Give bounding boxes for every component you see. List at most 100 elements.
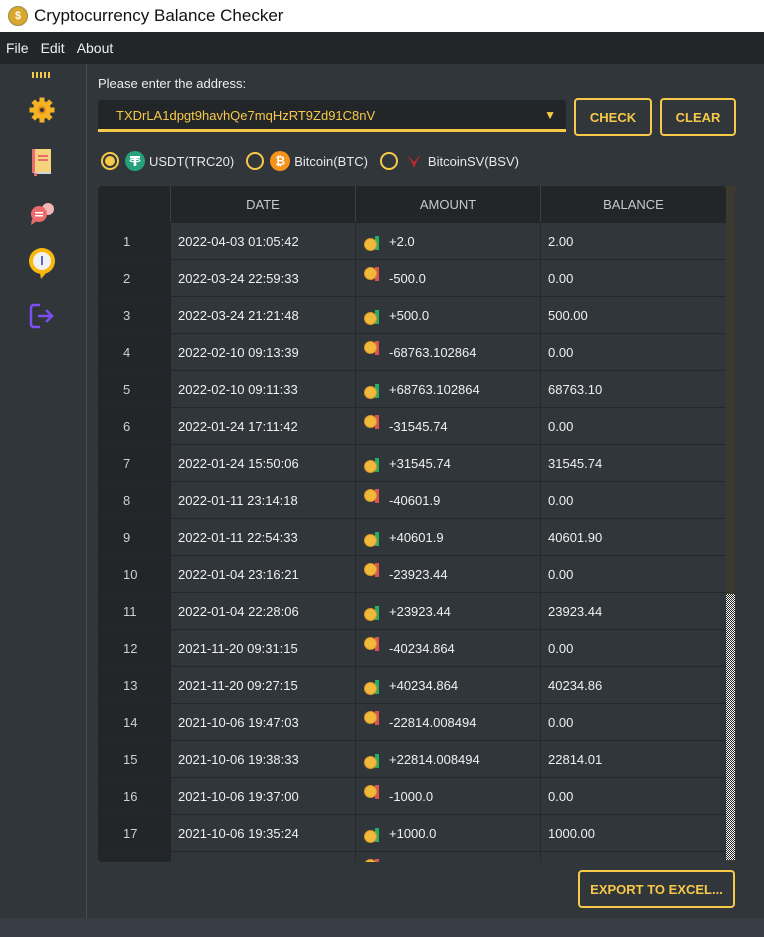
table-row[interactable]: 16 2021-10-06 19:37:00 -1000.0 0.00: [98, 778, 726, 815]
balance-cell[interactable]: 0.00: [541, 408, 726, 444]
scrollbar-thumb[interactable]: [726, 594, 735, 860]
coin-incoming-icon: [363, 748, 385, 770]
sidebar-item-logout[interactable]: [26, 300, 58, 332]
table-row[interactable]: 2 2022-03-24 22:59:33 -500.0 0.00: [98, 260, 726, 297]
balance-cell[interactable]: 23923.44: [541, 593, 726, 629]
date-cell[interactable]: 2022-01-24 17:11:42: [171, 408, 356, 444]
table-row[interactable]: 9 2022-01-11 22:54:33 +40601.9 40601.90: [98, 519, 726, 556]
balance-cell[interactable]: 0.00: [541, 630, 726, 666]
table-row[interactable]: 15 2021-10-06 19:38:33 +22814.008494 22814.…: [98, 741, 726, 778]
date-cell[interactable]: 2022-01-11 23:14:18: [171, 482, 356, 518]
date-cell[interactable]: 2022-01-11 22:54:33: [171, 519, 356, 555]
column-header-date[interactable]: DATE: [171, 186, 356, 222]
dropdown-arrow-icon[interactable]: ▼: [544, 108, 556, 122]
balance-cell[interactable]: 22814.01: [541, 741, 726, 777]
date-cell[interactable]: 2022-04-03 01:05:42: [171, 223, 356, 259]
balance-cell[interactable]: 0.00: [541, 778, 726, 814]
date-cell[interactable]: 2022-01-24 15:50:06: [171, 445, 356, 481]
amount-cell[interactable]: -68763.102864: [356, 334, 541, 370]
date-cell[interactable]: 2022-02-10 09:13:39: [171, 334, 356, 370]
table-row[interactable]: 3 2022-03-24 21:21:48 +500.0 500.00: [98, 297, 726, 334]
radio-usdt[interactable]: [101, 152, 119, 170]
sidebar-item-user-guide[interactable]: [26, 146, 58, 178]
amount-cell[interactable]: -23923.44: [356, 556, 541, 592]
sidebar-item-settings[interactable]: [26, 94, 58, 126]
balance-cell[interactable]: 0.00: [541, 704, 726, 740]
amount-cell[interactable]: +1000.0: [356, 815, 541, 851]
check-button[interactable]: CHECK: [574, 98, 652, 136]
date-cell[interactable]: 2022-01-04 22:28:06: [171, 593, 356, 629]
export-to-excel-button[interactable]: EXPORT TO EXCEL...: [578, 870, 735, 908]
amount-cell[interactable]: -40601.9: [356, 482, 541, 518]
balance-cell[interactable]: 68763.10: [541, 371, 726, 407]
balance-cell[interactable]: 2.00: [541, 223, 726, 259]
balance-cell[interactable]: 0.00: [541, 260, 726, 296]
clear-button[interactable]: CLEAR: [660, 98, 736, 136]
amount-cell[interactable]: [356, 852, 541, 862]
amount-cell[interactable]: -40234.864: [356, 630, 541, 666]
amount-cell[interactable]: +68763.102864: [356, 371, 541, 407]
table-row[interactable]: 17 2021-10-06 19:35:24 +1000.0 1000.00: [98, 815, 726, 852]
table-row[interactable]: [98, 852, 726, 862]
table-row[interactable]: 11 2022-01-04 22:28:06 +23923.44 23923.44: [98, 593, 726, 630]
date-cell[interactable]: 2022-03-24 21:21:48: [171, 297, 356, 333]
date-cell[interactable]: 2021-10-06 19:35:24: [171, 815, 356, 851]
amount-cell[interactable]: -31545.74: [356, 408, 541, 444]
address-input[interactable]: TXDrLA1dpgt9havhQe7mqHzRT9Zd91C8nV: [116, 108, 375, 123]
balance-cell[interactable]: 40234.86: [541, 667, 726, 703]
amount-cell[interactable]: -500.0: [356, 260, 541, 296]
date-cell[interactable]: 2022-02-10 09:11:33: [171, 371, 356, 407]
table-row[interactable]: 6 2022-01-24 17:11:42 -31545.74 0.00: [98, 408, 726, 445]
balance-cell[interactable]: 500.00: [541, 297, 726, 333]
menu-file[interactable]: File: [0, 40, 35, 56]
balance-cell[interactable]: 1000.00: [541, 815, 726, 851]
amount-cell[interactable]: +500.0: [356, 297, 541, 333]
amount-cell[interactable]: +40601.9: [356, 519, 541, 555]
amount-cell[interactable]: -22814.008494: [356, 704, 541, 740]
table-row[interactable]: 14 2021-10-06 19:47:03 -22814.008494 0.00: [98, 704, 726, 741]
column-header-balance[interactable]: BALANCE: [541, 186, 726, 222]
table-row[interactable]: 12 2021-11-20 09:31:15 -40234.864 0.00: [98, 630, 726, 667]
address-combobox[interactable]: TXDrLA1dpgt9havhQe7mqHzRT9Zd91C8nV ▼: [98, 100, 566, 132]
radio-bitcoin[interactable]: [246, 152, 265, 170]
date-cell[interactable]: 2021-10-06 19:47:03: [171, 704, 356, 740]
balance-cell[interactable]: [541, 852, 726, 862]
balance-cell[interactable]: 0.00: [541, 334, 726, 370]
radio-bitcoinsv[interactable]: [379, 152, 398, 170]
amount-cell[interactable]: +23923.44: [356, 593, 541, 629]
balance-cell[interactable]: 0.00: [541, 556, 726, 592]
amount-cell[interactable]: +2.0: [356, 223, 541, 259]
table-row[interactable]: 4 2022-02-10 09:13:39 -68763.102864 0.00: [98, 334, 726, 371]
table-row[interactable]: 5 2022-02-10 09:11:33 +68763.102864 68763.1…: [98, 371, 726, 408]
balance-cell[interactable]: 40601.90: [541, 519, 726, 555]
amount-cell[interactable]: +22814.008494: [356, 741, 541, 777]
column-header-amount[interactable]: AMOUNT: [356, 186, 541, 222]
date-cell[interactable]: 2022-01-04 23:16:21: [171, 556, 356, 592]
table-row[interactable]: 8 2022-01-11 23:14:18 -40601.9 0.00: [98, 482, 726, 519]
tether-icon: [125, 151, 145, 171]
balance-cell[interactable]: 0.00: [541, 482, 726, 518]
table-row[interactable]: 10 2022-01-04 23:16:21 -23923.44 0.00: [98, 556, 726, 593]
amount-cell[interactable]: +40234.864: [356, 667, 541, 703]
date-cell[interactable]: 2021-11-20 09:27:15: [171, 667, 356, 703]
date-cell[interactable]: 2021-11-20 09:31:15: [171, 630, 356, 666]
table-row[interactable]: 1 2022-04-03 01:05:42 +2.0 2.00: [98, 223, 726, 260]
table-row[interactable]: 7 2022-01-24 15:50:06 +31545.74 31545.74: [98, 445, 726, 482]
table-row[interactable]: 13 2021-11-20 09:27:15 +40234.864 40234.86: [98, 667, 726, 704]
date-cell[interactable]: 2021-10-06 19:37:00: [171, 778, 356, 814]
sidebar-item-info[interactable]: [26, 247, 58, 279]
sidebar-item-feedback[interactable]: [26, 198, 58, 230]
date-cell[interactable]: 2021-10-06 19:38:33: [171, 741, 356, 777]
amount-value: +31545.74: [389, 455, 451, 471]
date-cell[interactable]: 2022-03-24 22:59:33: [171, 260, 356, 296]
amount-cell[interactable]: -1000.0: [356, 778, 541, 814]
amount-value: +40601.9: [389, 529, 444, 545]
menu-edit[interactable]: Edit: [35, 40, 71, 56]
column-header-index[interactable]: [98, 186, 171, 222]
menu-about[interactable]: About: [71, 40, 120, 56]
sidebar-grip-handle[interactable]: [32, 72, 52, 78]
coin-incoming-icon: [363, 600, 385, 622]
balance-cell[interactable]: 31545.74: [541, 445, 726, 481]
date-cell[interactable]: [171, 852, 356, 862]
amount-cell[interactable]: +31545.74: [356, 445, 541, 481]
